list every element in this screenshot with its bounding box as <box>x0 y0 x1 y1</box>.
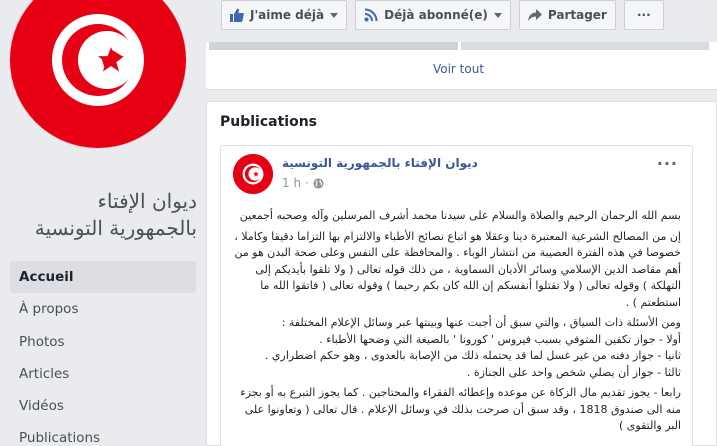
rss-icon <box>364 8 378 22</box>
page-name: ديوان الإفتاء بالجمهورية التونسية <box>34 189 197 240</box>
left-column: ديوان الإفتاء بالجمهورية التونسية Accuei… <box>0 0 200 446</box>
like-button[interactable]: J'aime déjà <box>221 0 348 30</box>
more-options-icon: ··· <box>637 8 651 22</box>
post-paragraph: ثانيا - جواز دفنه من غير غسل لما قد يحتم… <box>264 349 681 362</box>
follow-button[interactable]: Déjà abonné(e) <box>355 0 511 30</box>
post-body: بسم الله الرحمان الرحيم والصلاة والسلام … <box>231 208 681 439</box>
like-button-label: J'aime déjà <box>250 8 325 22</box>
nav-item-accueil[interactable]: Accueil <box>10 261 196 293</box>
chevron-down-icon <box>493 12 502 18</box>
post-paragraph: ثالثا - جواز أن يصلي شخص واحد على الجناز… <box>466 365 681 379</box>
photo-thumbnails <box>209 42 709 50</box>
nav-item-videos[interactable]: Vidéos <box>10 390 196 422</box>
follow-button-label: Déjà abonné(e) <box>384 8 488 22</box>
nav-item-articles[interactable]: Articles <box>10 358 196 390</box>
share-button[interactable]: Partager <box>518 0 616 30</box>
see-all-link[interactable]: Voir tout <box>206 62 711 76</box>
post-paragraph: إن من المصالح الشرعية المعتبرة دينا وعقل… <box>234 229 681 309</box>
more-options-button[interactable]: ··· <box>623 0 664 30</box>
nav-item-photos[interactable]: Photos <box>10 326 196 358</box>
photos-card: Voir tout <box>206 42 717 90</box>
post-avatar[interactable] <box>233 154 273 194</box>
post-timestamp[interactable]: 1 h · <box>282 176 324 190</box>
photo-thumbnail[interactable] <box>460 42 709 50</box>
page-nav: Accueil À propos Photos Articles Vidéos … <box>10 261 196 446</box>
post-paragraph: بسم الله الرحمان الرحيم والصلاة والسلام … <box>239 209 681 222</box>
tunisia-flag-emblem <box>10 0 186 148</box>
publications-card: Publications ديوان الإفتاء بالجمهورية ال… <box>206 101 717 446</box>
post-paragraph: أولا - جواز تكفين المتوفي بسبب فيروس ' ك… <box>319 332 681 346</box>
share-button-label: Partager <box>547 8 607 22</box>
globe-icon <box>313 177 324 189</box>
dot-separator: · <box>305 176 309 190</box>
post-time-label: 1 h <box>282 176 302 190</box>
nav-item-a-propos[interactable]: À propos <box>10 293 196 325</box>
publications-title: Publications <box>220 114 318 130</box>
post-author-link[interactable]: ديوان الإفتاء بالجمهورية التونسية <box>282 156 478 170</box>
share-arrow-icon <box>527 9 542 21</box>
thumbs-up-icon <box>230 8 244 22</box>
post: ديوان الإفتاء بالجمهورية التونسية 1 h · … <box>220 145 693 446</box>
profile-picture[interactable] <box>10 0 186 148</box>
nav-item-publications[interactable]: Publications <box>10 422 196 446</box>
page-action-bar: J'aime déjà Déjà abonné(e) Partager ··· <box>221 0 664 30</box>
chevron-down-icon <box>330 12 339 18</box>
post-paragraph: رابعا - يجوز تقديم مال الزكاة عن موعده و… <box>240 386 681 432</box>
post-options-button[interactable]: ··· <box>657 154 678 173</box>
photo-thumbnail[interactable] <box>209 42 458 50</box>
post-paragraph: ومن الأسئلة ذات السياق ، والتي سبق أن أج… <box>281 316 681 329</box>
tunisia-flag-emblem <box>233 154 273 194</box>
